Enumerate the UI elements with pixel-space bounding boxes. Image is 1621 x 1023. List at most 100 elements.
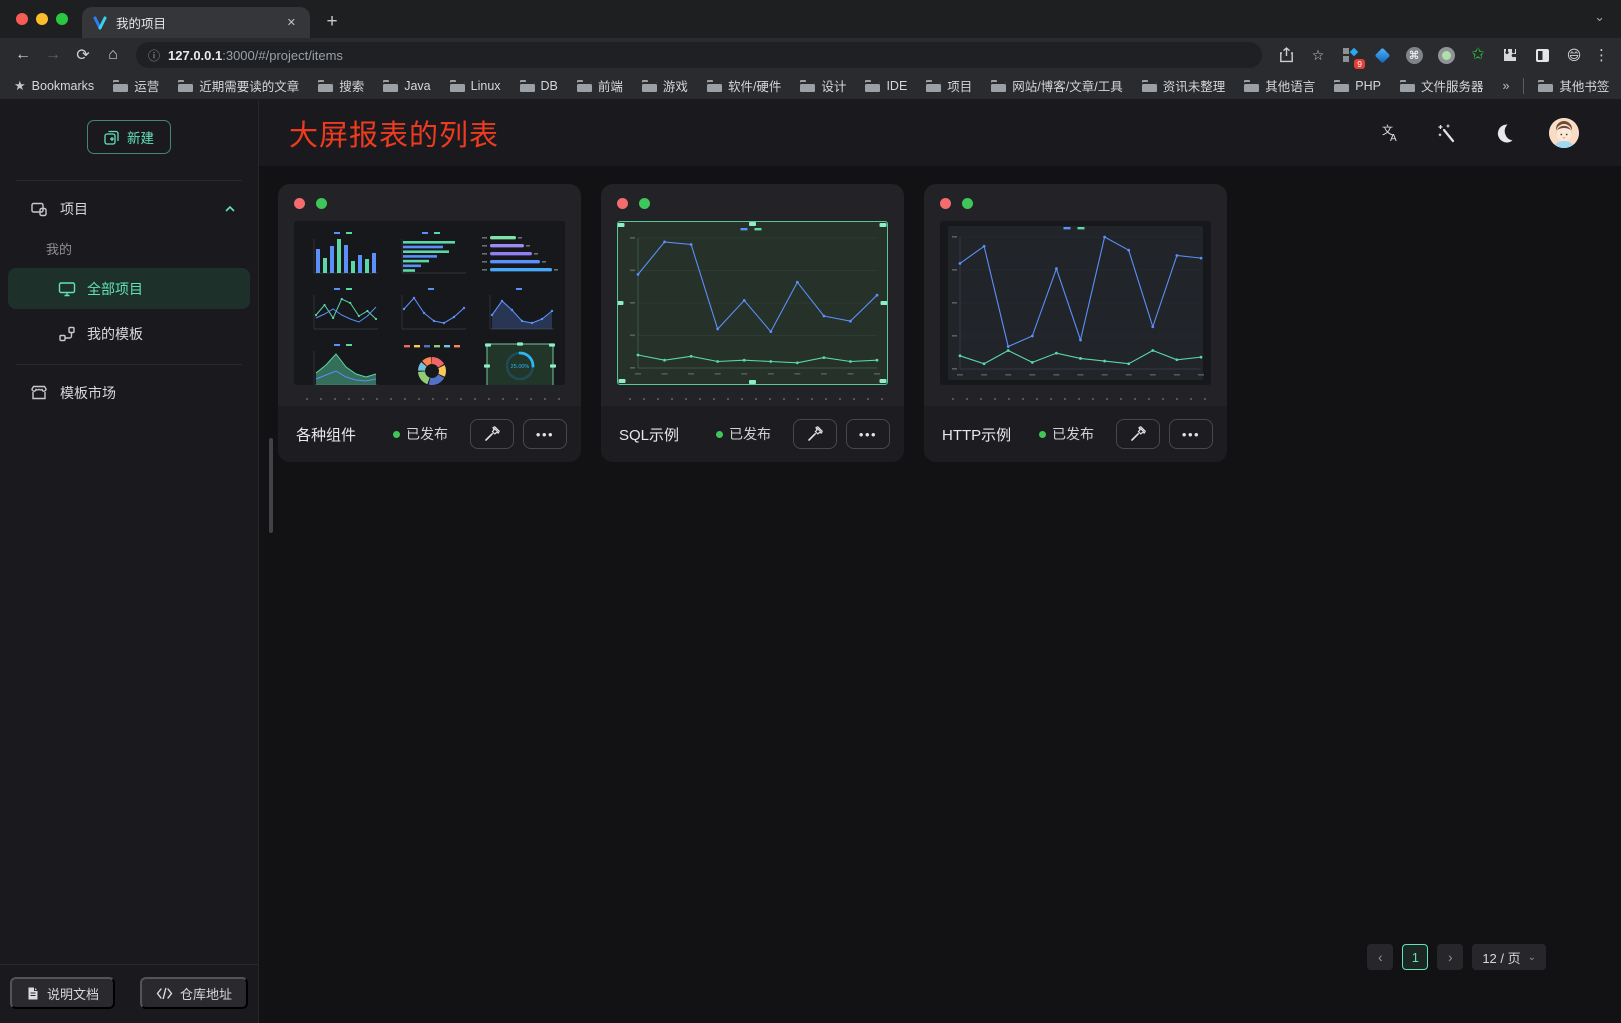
bookmark-folder[interactable]: PHP	[1334, 79, 1381, 93]
new-tab-button[interactable]: +	[318, 8, 346, 36]
bookmark-folder[interactable]: IDE	[865, 79, 907, 93]
tab-close-icon[interactable]: ✕	[283, 14, 300, 31]
chevron-up-icon[interactable]	[224, 203, 236, 215]
bookmark-folder[interactable]: 设计	[800, 76, 846, 95]
bookmark-folder[interactable]: 文件服务器	[1400, 76, 1484, 95]
bookmark-label: Linux	[471, 79, 501, 93]
extensions-puzzle-icon[interactable]	[1500, 45, 1520, 65]
repo-button[interactable]: 仓库地址	[140, 977, 248, 1009]
project-card[interactable]: HTTP示例 已发布 •••	[924, 184, 1227, 462]
new-project-button[interactable]: 新建	[87, 120, 171, 154]
sidebar-item-template-market[interactable]: 模板市场	[0, 373, 258, 413]
edit-project-button[interactable]	[470, 419, 514, 449]
edit-project-button[interactable]	[793, 419, 837, 449]
bookmark-folder[interactable]: 其他语言	[1244, 76, 1315, 95]
bookmark-folder[interactable]: Java	[383, 79, 430, 93]
dark-mode-moon-icon[interactable]	[1492, 121, 1516, 145]
site-info-icon[interactable]: ⓘ	[148, 47, 160, 64]
browser-tab[interactable]: 我的项目 ✕	[82, 7, 310, 38]
prev-page-button[interactable]: ‹	[1367, 944, 1393, 970]
bookmark-folder[interactable]: 前端	[577, 76, 623, 95]
back-button[interactable]: ←	[10, 42, 36, 68]
project-card[interactable]: SQL示例 已发布 •••	[601, 184, 904, 462]
more-actions-button[interactable]: •••	[1169, 419, 1213, 449]
tab-search-icon[interactable]: ⌄	[1594, 9, 1605, 25]
docs-button[interactable]: 说明文档	[10, 977, 115, 1009]
dotted-separator	[942, 394, 1209, 400]
card-window-dots	[294, 198, 565, 209]
mini-chart-area	[480, 285, 560, 335]
extension-darkreader-icon[interactable]	[1532, 45, 1552, 65]
bookmark-folder[interactable]: 网站/博客/文章/工具	[991, 76, 1122, 95]
folder-icon	[520, 80, 535, 92]
home-button[interactable]: ⌂	[100, 42, 126, 68]
other-bookmarks-label: 其他书签	[1559, 76, 1609, 95]
sidebar-divider	[16, 364, 242, 365]
mini-chart-line1	[392, 285, 472, 335]
reload-button[interactable]: ⟳	[70, 42, 96, 68]
project-card-list: 25.00% 各种组件 已发布 •••	[259, 166, 1621, 462]
next-page-button[interactable]: ›	[1437, 944, 1463, 970]
header-icons: 文 A	[1378, 118, 1579, 148]
extension-gem-icon[interactable]	[1372, 45, 1392, 65]
user-avatar[interactable]	[1549, 118, 1579, 148]
bookmarks-manager[interactable]: ★ Bookmarks	[14, 78, 94, 94]
folder-icon	[707, 80, 722, 92]
folder-icon	[178, 80, 193, 92]
project-card[interactable]: 25.00% 各种组件 已发布 •••	[278, 184, 581, 462]
share-icon[interactable]	[1276, 45, 1296, 65]
card-footer: 各种组件 已发布 •••	[278, 406, 581, 462]
forward-button: →	[40, 42, 66, 68]
scrollbar-thumb[interactable]	[269, 438, 273, 533]
address-bar[interactable]: ⓘ 127.0.0.1:3000/#/project/items	[136, 42, 1262, 68]
thumbnail-chart	[940, 221, 1211, 385]
edit-project-button[interactable]	[1116, 419, 1160, 449]
bookmark-folder[interactable]: 运营	[113, 76, 159, 95]
bookmarks-overflow-icon[interactable]: »	[1502, 79, 1509, 93]
bookmarks-star-icon: ★	[14, 78, 26, 94]
extension-recorder-icon[interactable]	[1436, 45, 1456, 65]
folder-icon	[1244, 80, 1259, 92]
bookmark-folder[interactable]: 软件/硬件	[707, 76, 781, 95]
bookmarks-bar: ★ Bookmarks 运营 近期需要读的文章 搜索 Java Linux DB…	[0, 72, 1621, 100]
bookmarks-divider	[1523, 78, 1524, 94]
bookmark-label: 网站/博客/文章/工具	[1012, 76, 1122, 95]
status-dot	[1039, 431, 1046, 438]
current-page-button[interactable]: 1	[1402, 944, 1428, 970]
toolbar-icons: ☆ 9 ⌘ ✩ 😄	[1272, 45, 1588, 65]
bookmark-folder[interactable]: 项目	[926, 76, 972, 95]
green-dot	[962, 198, 973, 209]
extension-command-icon[interactable]: ⌘	[1404, 45, 1424, 65]
bookmark-star-icon[interactable]: ☆	[1308, 45, 1328, 65]
extension-evernote-icon[interactable]: ✩	[1468, 45, 1488, 65]
sidebar-group-project[interactable]: 项目	[0, 189, 258, 229]
browser-menu-icon[interactable]: ⋮	[1592, 46, 1611, 64]
window-minimize-button[interactable]	[36, 13, 48, 25]
bookmark-folder[interactable]: 游戏	[642, 76, 688, 95]
more-actions-button[interactable]: •••	[523, 419, 567, 449]
bookmark-folder[interactable]: Linux	[450, 79, 501, 93]
bookmark-folder[interactable]: DB	[520, 79, 558, 93]
bookmark-folder[interactable]: 搜索	[318, 76, 364, 95]
window-zoom-button[interactable]	[56, 13, 68, 25]
folder-icon	[113, 80, 128, 92]
gem-icon	[1374, 47, 1390, 63]
wand-icon-glyph	[1436, 122, 1458, 144]
other-bookmarks[interactable]: 其他书签	[1538, 76, 1609, 95]
page-size-select[interactable]: 12 / 页 ⌄	[1472, 944, 1546, 970]
window-close-button[interactable]	[16, 13, 28, 25]
extension-tabs-icon[interactable]: 9	[1340, 45, 1360, 65]
folder-icon	[991, 80, 1006, 92]
theme-wand-icon[interactable]	[1435, 121, 1459, 145]
page-title: 大屏报表的列表	[289, 112, 499, 154]
bookmark-label: DB	[541, 79, 558, 93]
sidebar-item-all-projects[interactable]: 全部项目	[8, 268, 250, 309]
more-actions-button[interactable]: •••	[846, 419, 890, 449]
bookmark-folder[interactable]: 资讯未整理	[1142, 76, 1226, 95]
bookmarks-right: » 其他书签	[1502, 76, 1609, 95]
language-icon[interactable]: 文 A	[1378, 121, 1402, 145]
url-path: :3000/#/project/items	[222, 48, 343, 63]
sidebar-item-my-templates[interactable]: 我的模板	[8, 313, 250, 354]
bookmark-folder[interactable]: 近期需要读的文章	[178, 76, 299, 95]
extension-emoji-icon[interactable]: 😄	[1564, 45, 1584, 65]
